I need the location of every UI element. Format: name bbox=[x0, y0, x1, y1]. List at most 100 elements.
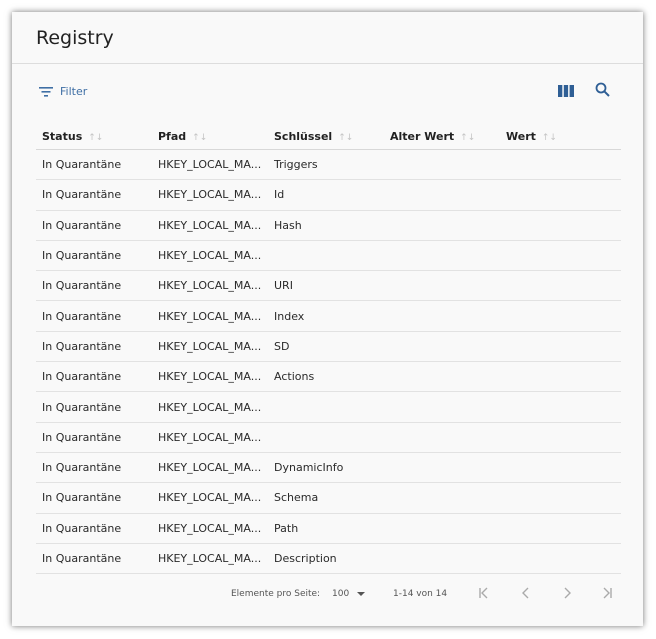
table-cell bbox=[384, 149, 500, 181]
table-cell bbox=[384, 391, 500, 423]
table-cell: HKEY_LOCAL_MA... bbox=[152, 361, 268, 393]
table-cell: HKEY_LOCAL_MA... bbox=[152, 452, 268, 484]
table-cell bbox=[500, 391, 621, 423]
toolbar: Filter bbox=[12, 82, 643, 104]
table-row[interactable]: In Quarantäne HKEY_LOCAL_MA... Hash bbox=[36, 210, 621, 241]
column-header[interactable]: Status ↑↓ bbox=[36, 124, 152, 150]
table-cell bbox=[384, 482, 500, 514]
paginator: Elemente pro Seite: 100 1-14 von 14 bbox=[12, 585, 643, 605]
first-page-button[interactable] bbox=[475, 585, 493, 603]
table-row[interactable]: In Quarantäne HKEY_LOCAL_MA... Schema bbox=[36, 482, 621, 514]
table-row[interactable]: In Quarantäne HKEY_LOCAL_MA... Actions bbox=[36, 361, 621, 393]
table-cell: In Quarantäne bbox=[36, 452, 152, 484]
table-cell: In Quarantäne bbox=[36, 270, 152, 302]
table-cell bbox=[500, 331, 621, 363]
column-header[interactable]: Wert ↑↓ bbox=[500, 124, 621, 150]
table-cell bbox=[500, 270, 621, 302]
table-cell: HKEY_LOCAL_MA... bbox=[152, 543, 268, 575]
table-cell: SD bbox=[268, 331, 384, 363]
table-cell: Description bbox=[268, 543, 384, 575]
table-row[interactable]: In Quarantäne HKEY_LOCAL_MA... bbox=[36, 391, 621, 423]
last-page-button[interactable] bbox=[598, 585, 616, 603]
sort-icon: ↑↓ bbox=[88, 133, 104, 143]
table-cell bbox=[384, 543, 500, 575]
prev-page-button[interactable] bbox=[517, 585, 535, 603]
search-icon bbox=[595, 82, 610, 101]
table-cell: Schema bbox=[268, 482, 384, 514]
table-cell bbox=[268, 240, 384, 272]
table-cell: Hash bbox=[268, 210, 384, 241]
filter-icon bbox=[39, 82, 53, 101]
table-row[interactable]: In Quarantäne HKEY_LOCAL_MA... DynamicInfo bbox=[36, 452, 621, 484]
table-cell: DynamicInfo bbox=[268, 452, 384, 484]
table-cell bbox=[500, 179, 621, 211]
registry-card: Registry Filter Status ↑↓ Pfad ↑↓ Schlüs… bbox=[12, 12, 643, 626]
table-cell: HKEY_LOCAL_MA... bbox=[152, 482, 268, 514]
filter-button[interactable]: Filter bbox=[39, 82, 87, 101]
table-cell: Actions bbox=[268, 361, 384, 393]
prev-page-icon bbox=[520, 587, 532, 602]
table-cell: In Quarantäne bbox=[36, 361, 152, 393]
table-cell: HKEY_LOCAL_MA... bbox=[152, 179, 268, 211]
table-row[interactable]: In Quarantäne HKEY_LOCAL_MA... URI bbox=[36, 270, 621, 302]
sort-icon: ↑↓ bbox=[192, 133, 208, 143]
table-cell bbox=[500, 361, 621, 393]
table-cell bbox=[384, 300, 500, 332]
columns-button[interactable] bbox=[557, 82, 575, 100]
table-cell bbox=[500, 482, 621, 514]
table-cell bbox=[500, 513, 621, 544]
table-cell bbox=[500, 422, 621, 453]
table-cell: URI bbox=[268, 270, 384, 302]
column-header[interactable]: Schlüssel ↑↓ bbox=[268, 124, 384, 150]
table-cell bbox=[384, 210, 500, 241]
table-cell: HKEY_LOCAL_MA... bbox=[152, 270, 268, 302]
table-row[interactable]: In Quarantäne HKEY_LOCAL_MA... Triggers bbox=[36, 149, 621, 181]
filter-label: Filter bbox=[60, 85, 88, 98]
column-header[interactable]: Pfad ↑↓ bbox=[152, 124, 268, 150]
table-row[interactable]: In Quarantäne HKEY_LOCAL_MA... Description bbox=[36, 543, 621, 575]
column-header-label: Pfad bbox=[158, 130, 187, 143]
table-row[interactable]: In Quarantäne HKEY_LOCAL_MA... SD bbox=[36, 331, 621, 363]
table-cell bbox=[500, 543, 621, 575]
table-cell: In Quarantäne bbox=[36, 513, 152, 544]
table-row[interactable]: In Quarantäne HKEY_LOCAL_MA... bbox=[36, 422, 621, 453]
table-row[interactable]: In Quarantäne HKEY_LOCAL_MA... bbox=[36, 240, 621, 272]
registry-table: Status ↑↓ Pfad ↑↓ Schlüssel ↑↓ Alter Wert ↑↓ Wer… bbox=[36, 124, 621, 575]
table-cell bbox=[384, 361, 500, 393]
table-cell: HKEY_LOCAL_MA... bbox=[152, 300, 268, 332]
table-row[interactable]: In Quarantäne HKEY_LOCAL_MA... Index bbox=[36, 300, 621, 332]
table-cell: In Quarantäne bbox=[36, 149, 152, 181]
table-cell bbox=[384, 513, 500, 544]
table-row[interactable]: In Quarantäne HKEY_LOCAL_MA... Id bbox=[36, 179, 621, 211]
table-cell: Index bbox=[268, 300, 384, 332]
table-row[interactable]: In Quarantäne HKEY_LOCAL_MA... Path bbox=[36, 513, 621, 544]
table-cell: In Quarantäne bbox=[36, 179, 152, 211]
column-header-label: Wert bbox=[506, 130, 536, 143]
table-cell: HKEY_LOCAL_MA... bbox=[152, 513, 268, 544]
table-cell: In Quarantäne bbox=[36, 300, 152, 332]
search-button[interactable] bbox=[593, 82, 611, 100]
per-page-label: Elemente pro Seite: bbox=[231, 589, 321, 599]
last-page-icon bbox=[601, 587, 613, 602]
table-cell bbox=[384, 270, 500, 302]
table-cell: Triggers bbox=[268, 149, 384, 181]
table-body: In Quarantäne HKEY_LOCAL_MA... Triggers In … bbox=[36, 149, 621, 575]
table-cell bbox=[384, 422, 500, 453]
column-header-label: Status bbox=[42, 130, 83, 143]
table-cell bbox=[500, 452, 621, 484]
table-cell: HKEY_LOCAL_MA... bbox=[152, 331, 268, 363]
table-cell: In Quarantäne bbox=[36, 391, 152, 423]
next-page-button[interactable] bbox=[558, 585, 576, 603]
sort-icon: ↑↓ bbox=[460, 133, 476, 143]
table-cell: In Quarantäne bbox=[36, 240, 152, 272]
columns-icon bbox=[558, 82, 574, 101]
column-header[interactable]: Alter Wert ↑↓ bbox=[384, 124, 500, 150]
table-cell bbox=[268, 422, 384, 453]
page-title: Registry bbox=[36, 26, 114, 49]
per-page-select[interactable]: 100 bbox=[332, 589, 366, 599]
table-cell: In Quarantäne bbox=[36, 543, 152, 575]
table-cell: HKEY_LOCAL_MA... bbox=[152, 391, 268, 423]
table-cell: HKEY_LOCAL_MA... bbox=[152, 210, 268, 241]
table-cell: In Quarantäne bbox=[36, 331, 152, 363]
table-cell bbox=[268, 391, 384, 423]
